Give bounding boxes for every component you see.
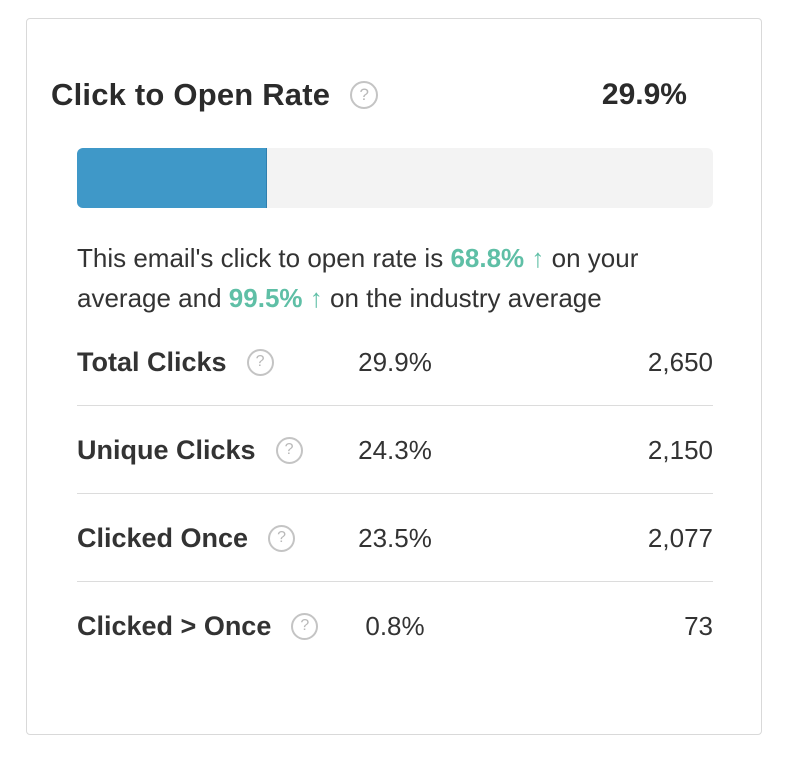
- row-percent: 0.8%: [365, 611, 425, 641]
- stats-row-clicked-once: Clicked Once ? 23.5% 2,077: [77, 494, 713, 582]
- rate-value: 29.9%: [601, 78, 687, 111]
- row-label-wrap: Unique Clicks ?: [77, 434, 303, 466]
- stats-row-clicked-more-than-once: Clicked > Once ? 0.8% 73: [77, 582, 713, 670]
- row-percent: 29.9%: [358, 347, 432, 377]
- arrow-up-icon: ↑: [309, 283, 323, 313]
- help-icon[interactable]: ?: [246, 348, 274, 376]
- card-header: Click to Open Rate ? 29.9%: [51, 72, 687, 118]
- row-percent: 23.5%: [358, 523, 432, 553]
- row-label: Unique Clicks: [77, 434, 256, 465]
- row-label-wrap: Clicked > Once ?: [77, 610, 319, 642]
- rate-progress-bar: [77, 148, 713, 208]
- row-label: Total Clicks: [77, 346, 227, 377]
- stats-row-unique-clicks: Unique Clicks ? 24.3% 2,150: [77, 406, 713, 494]
- stats-row-total-clicks: Total Clicks ? 29.9% 2,650: [77, 318, 713, 406]
- summary-text: This email's click to open rate is 68.8%…: [77, 238, 727, 318]
- row-count: 2,077: [647, 523, 713, 553]
- card-title: Click to Open Rate: [51, 77, 331, 112]
- title-wrap: Click to Open Rate ?: [51, 77, 379, 113]
- summary-prefix: This email's click to open rate is: [77, 243, 451, 273]
- industry-average-value: 99.5%: [228, 283, 303, 313]
- row-label-wrap: Total Clicks ?: [77, 346, 274, 378]
- help-icon[interactable]: ?: [275, 436, 303, 464]
- row-percent: 24.3%: [358, 435, 432, 465]
- row-count: 2,650: [647, 347, 713, 377]
- help-icon[interactable]: ?: [268, 524, 296, 552]
- rate-progress-fill: [77, 148, 268, 208]
- row-count: 73: [684, 611, 713, 641]
- your-average-value: 68.8%: [450, 243, 525, 273]
- summary-suffix: on the industry average: [322, 283, 602, 313]
- row-label: Clicked Once: [77, 522, 249, 553]
- help-icon[interactable]: ?: [350, 81, 379, 109]
- row-label: Clicked > Once: [77, 610, 272, 641]
- row-label-wrap: Clicked Once ?: [77, 522, 296, 554]
- row-count: 2,150: [647, 435, 713, 465]
- arrow-up-icon: ↑: [531, 243, 545, 273]
- click-stats-table: Total Clicks ? 29.9% 2,650 Unique Clicks…: [77, 318, 713, 670]
